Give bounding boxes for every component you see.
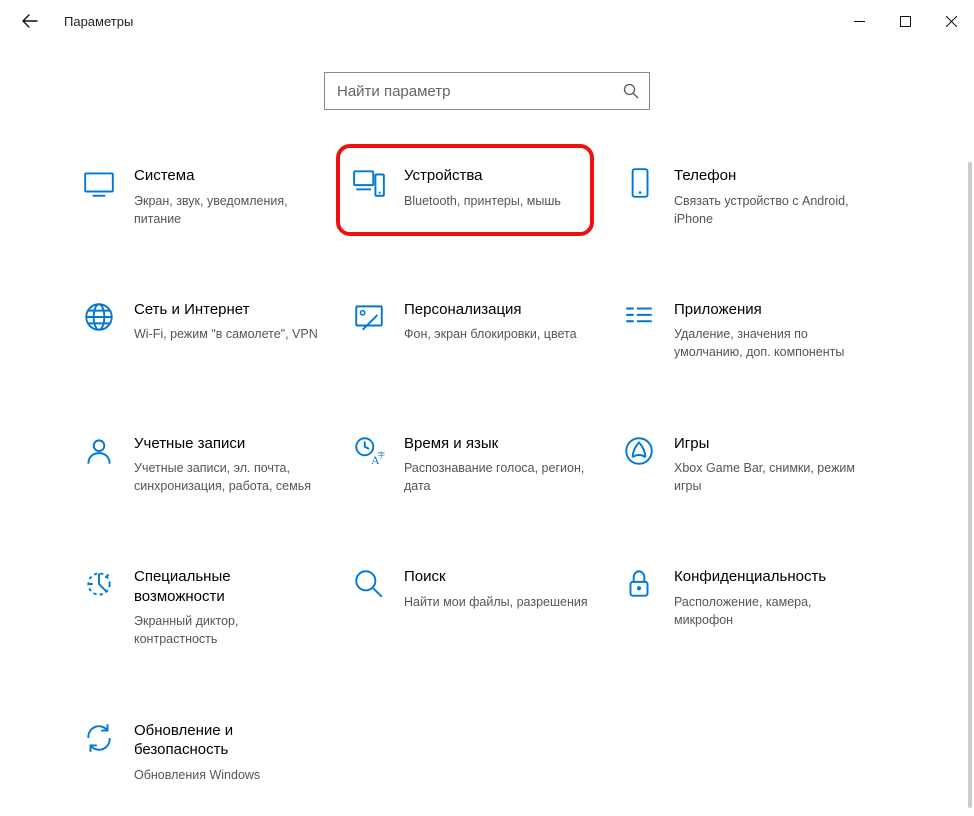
minimize-button[interactable]: [836, 5, 882, 37]
tile-title: Телефон: [674, 166, 859, 186]
update-icon: [82, 721, 116, 755]
tile-desc: Экран, звук, уведомления, питание: [134, 192, 319, 228]
tile-text: Учетные записи Учетные записи, эл. почта,…: [134, 434, 329, 496]
tile-desc: Найти мои файлы, разрешения: [404, 593, 588, 611]
tile-desc: Фон, экран блокировки, цвета: [404, 325, 577, 343]
privacy-icon: [622, 567, 656, 601]
settings-tile-phone[interactable]: Телефон Связать устройство с Android, iPh…: [622, 166, 892, 228]
tile-title: Устройства: [404, 166, 561, 186]
close-icon: [946, 16, 957, 27]
tile-desc: Wi-Fi, режим "в самолете", VPN: [134, 325, 318, 343]
tile-desc: Связать устройство с Android, iPhone: [674, 192, 859, 228]
window-controls: [836, 5, 974, 37]
tile-desc: Bluetooth, принтеры, мышь: [404, 192, 561, 210]
close-button[interactable]: [928, 5, 974, 37]
phone-icon: [622, 166, 656, 200]
settings-tile-apps[interactable]: Приложения Удаление, значения по умолчани…: [622, 300, 892, 362]
tile-title: Учетные записи: [134, 434, 319, 454]
settings-tile-accounts[interactable]: Учетные записи Учетные записи, эл. почта,…: [82, 434, 352, 496]
minimize-icon: [854, 16, 865, 27]
search-icon: [352, 567, 386, 601]
tile-title: Время и язык: [404, 434, 589, 454]
tile-desc: Учетные записи, эл. почта, синхронизация…: [134, 459, 319, 495]
scrollbar[interactable]: [968, 162, 972, 808]
settings-tile-gaming[interactable]: Игры Xbox Game Bar, снимки, режим игры: [622, 434, 892, 496]
time-icon: [352, 434, 386, 468]
tile-text: Устройства Bluetooth, принтеры, мышь: [404, 166, 571, 228]
tile-desc: Обновления Windows: [134, 766, 319, 784]
gaming-icon: [622, 434, 656, 468]
maximize-button[interactable]: [882, 5, 928, 37]
search-input[interactable]: [337, 83, 623, 100]
ease-icon: [82, 567, 116, 601]
tile-title: Специальные возможности: [134, 567, 319, 606]
settings-tile-devices[interactable]: Устройства Bluetooth, принтеры, мышь: [352, 166, 622, 228]
tile-title: Персонализация: [404, 300, 577, 320]
network-icon: [82, 300, 116, 334]
tile-title: Сеть и Интернет: [134, 300, 318, 320]
settings-tile-ease[interactable]: Специальные возможности Экранный диктор, …: [82, 567, 352, 648]
tile-title: Приложения: [674, 300, 859, 320]
tile-text: Время и язык Распознавание голоса, регион…: [404, 434, 599, 496]
tile-title: Игры: [674, 434, 859, 454]
settings-tile-search[interactable]: Поиск Найти мои файлы, разрешения: [352, 567, 622, 648]
tile-text: Персонализация Фон, экран блокировки, цве…: [404, 300, 587, 362]
content-area: Система Экран, звук, уведомления, питание…: [0, 42, 974, 816]
tile-text: Приложения Удаление, значения по умолчани…: [674, 300, 869, 362]
settings-tile-system[interactable]: Система Экран, звук, уведомления, питание: [82, 166, 352, 228]
arrow-left-icon: [21, 12, 39, 30]
search-box[interactable]: [324, 72, 650, 110]
back-button[interactable]: [18, 9, 42, 33]
tile-title: Обновление и безопасность: [134, 721, 319, 760]
settings-tile-network[interactable]: Сеть и Интернет Wi-Fi, режим "в самолете"…: [82, 300, 352, 362]
settings-grid: Система Экран, звук, уведомления, питание…: [0, 166, 974, 784]
tile-text: Конфиденциальность Расположение, камера, …: [674, 567, 869, 648]
maximize-icon: [900, 16, 911, 27]
tile-title: Конфиденциальность: [674, 567, 859, 587]
tile-text: Поиск Найти мои файлы, разрешения: [404, 567, 598, 648]
tile-text: Система Экран, звук, уведомления, питание: [134, 166, 329, 228]
tile-text: Сеть и Интернет Wi-Fi, режим "в самолете"…: [134, 300, 328, 362]
tile-text: Телефон Связать устройство с Android, iPh…: [674, 166, 869, 228]
system-icon: [82, 166, 116, 200]
settings-tile-time[interactable]: Время и язык Распознавание голоса, регион…: [352, 434, 622, 496]
tile-title: Поиск: [404, 567, 588, 587]
tile-desc: Экранный диктор, контрастность: [134, 612, 319, 648]
tile-desc: Распознавание голоса, регион, дата: [404, 459, 589, 495]
settings-tile-personal[interactable]: Персонализация Фон, экран блокировки, цве…: [352, 300, 622, 362]
tile-title: Система: [134, 166, 319, 186]
tile-text: Игры Xbox Game Bar, снимки, режим игры: [674, 434, 869, 496]
devices-icon: [352, 166, 386, 200]
tile-text: Специальные возможности Экранный диктор, …: [134, 567, 329, 648]
personal-icon: [352, 300, 386, 334]
accounts-icon: [82, 434, 116, 468]
settings-tile-update[interactable]: Обновление и безопасность Обновления Wind…: [82, 721, 352, 784]
window-title: Параметры: [64, 14, 133, 29]
settings-tile-privacy[interactable]: Конфиденциальность Расположение, камера, …: [622, 567, 892, 648]
titlebar: Параметры: [0, 0, 974, 42]
tile-desc: Удаление, значения по умолчанию, доп. ко…: [674, 325, 859, 361]
tile-text: Обновление и безопасность Обновления Wind…: [134, 721, 329, 784]
tile-desc: Расположение, камера, микрофон: [674, 593, 859, 629]
tile-desc: Xbox Game Bar, снимки, режим игры: [674, 459, 859, 495]
search-icon: [623, 83, 639, 99]
apps-icon: [622, 300, 656, 334]
